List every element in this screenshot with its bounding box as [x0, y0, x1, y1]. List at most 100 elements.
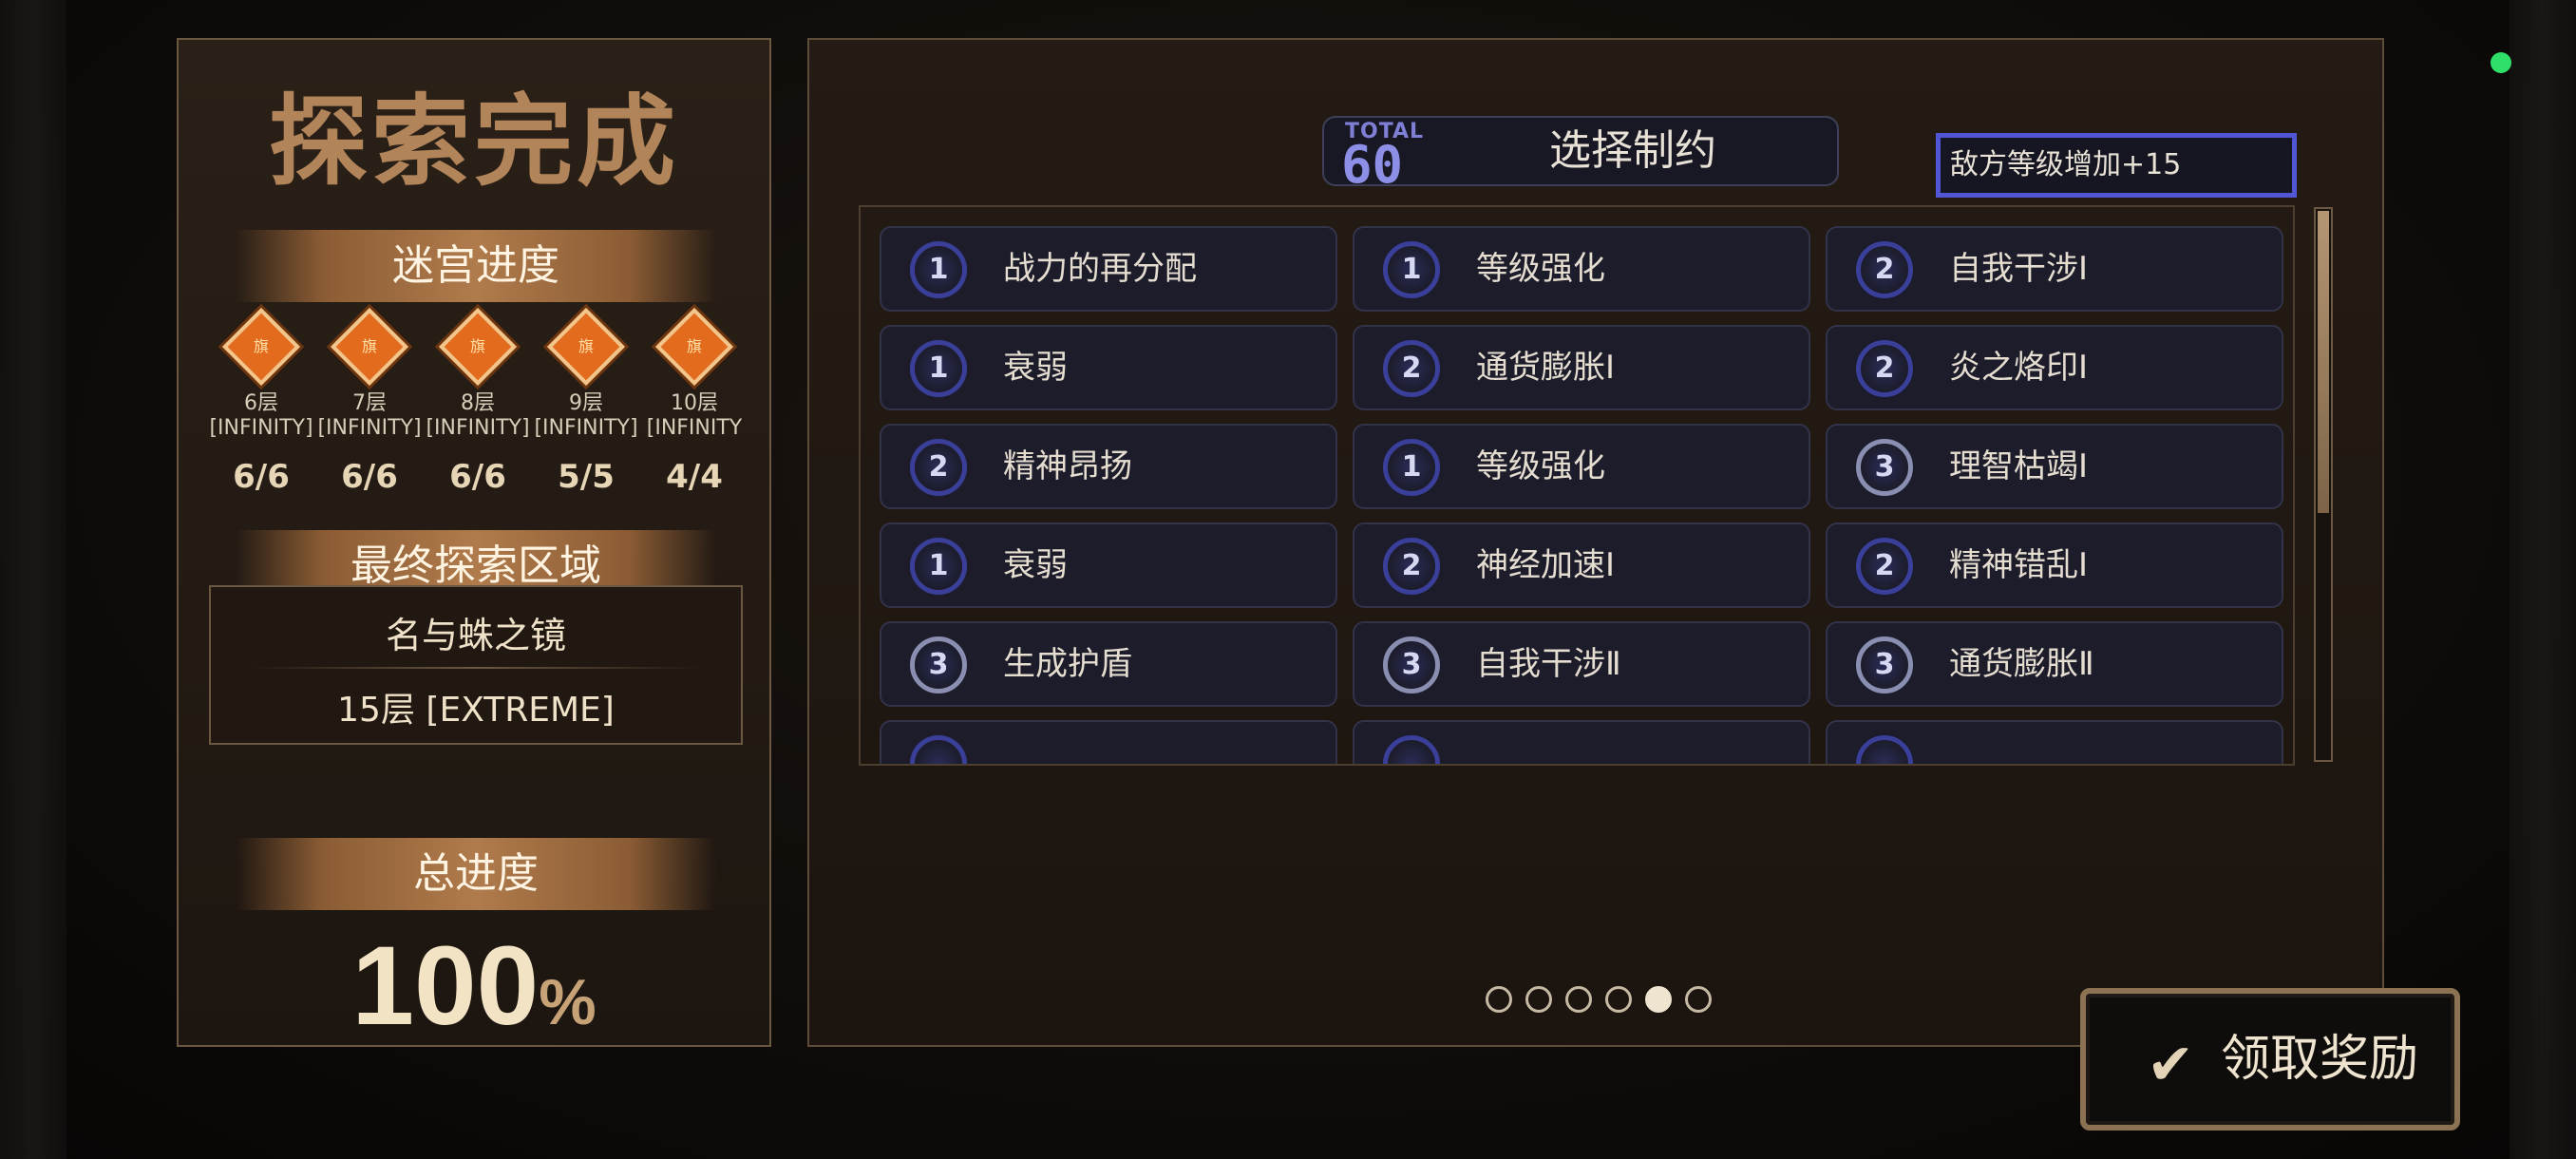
constraint-level: 1 [928, 352, 949, 385]
constraint-badge-icon: 3 [910, 636, 967, 694]
constraint-list-frame: 1 战力的再分配 1 等级强化 2 自我干涉Ⅰ 1 衰弱 2 通货膨胀Ⅰ 2 炎之烙印Ⅰ 2… [859, 205, 2295, 766]
constraint-card-partial[interactable] [1826, 720, 2283, 764]
constraint-badge-icon: 2 [1856, 241, 1913, 298]
constraint-level: 3 [1874, 648, 1895, 681]
constraint-panel: TOTAL 60 选择制约 敌方等级增加+15 1 战力的再分配 1 等级强化 2 自… [807, 38, 2384, 1047]
constraint-level: 2 [928, 450, 949, 484]
constraint-level: 1 [1401, 450, 1422, 484]
select-constraint-title: 选择制约 [1549, 126, 1716, 175]
floor-name: 10层 [671, 391, 718, 415]
constraint-name: 自我干涉Ⅱ [1476, 645, 1621, 683]
constraint-name: 理智枯竭Ⅰ [1949, 447, 2089, 485]
constraint-card[interactable]: 2 自我干涉Ⅰ [1826, 226, 2283, 312]
constraint-level: 1 [928, 549, 949, 582]
floor-count: 4/4 [666, 458, 723, 496]
maze-progress-banner: 迷宫进度 [236, 230, 716, 302]
constraint-card[interactable]: 1 等级强化 [1353, 424, 1810, 509]
constraint-card[interactable]: 3 自我干涉Ⅱ [1353, 621, 1810, 707]
floor-emblem-icon: 旗 [221, 307, 301, 387]
constraint-badge-icon: 3 [1856, 636, 1913, 694]
constraint-level: 2 [1874, 253, 1895, 286]
constraint-name: 通货膨胀Ⅰ [1476, 349, 1616, 387]
final-area-name: 名与蛛之镜 [385, 615, 566, 656]
floor-difficulty: [INFINITY] [534, 416, 638, 440]
select-constraint-header: TOTAL 60 选择制约 [1322, 116, 1839, 195]
constraint-name: 炎之烙印Ⅰ [1949, 349, 2089, 387]
constraint-card[interactable]: 2 神经加速Ⅰ [1353, 522, 1810, 608]
constraint-card[interactable]: 1 战力的再分配 [880, 226, 1337, 312]
constraint-card-partial[interactable] [880, 720, 1337, 764]
floor-difficulty: [INFINITY] [209, 416, 313, 440]
page-dot[interactable] [1685, 986, 1712, 1013]
constraint-card[interactable]: 3 通货膨胀Ⅱ [1826, 621, 2283, 707]
right-frame-pillar [2510, 0, 2576, 1159]
constraint-badge-icon: 3 [1383, 636, 1440, 694]
total-progress-value: 100% [179, 922, 769, 1051]
constraint-badge-icon: 2 [1856, 538, 1913, 595]
constraint-name: 精神昂扬 [1003, 447, 1132, 485]
final-area-floor: 15层 [EXTREME] [337, 691, 615, 730]
constraint-level: 3 [1401, 648, 1422, 681]
total-progress-unit: % [539, 966, 597, 1038]
floor-emblem-icon: 旗 [438, 307, 518, 387]
left-frame-pillar [0, 0, 66, 1159]
total-value: 60 [1341, 135, 1404, 195]
floor-name: 8层 [461, 391, 495, 415]
constraint-card[interactable]: 2 精神错乱Ⅰ [1826, 522, 2283, 608]
constraint-badge-icon: 2 [1856, 340, 1913, 397]
constraint-grid: 1 战力的再分配 1 等级强化 2 自我干涉Ⅰ 1 衰弱 2 通货膨胀Ⅰ 2 炎之烙印Ⅰ 2… [880, 226, 2283, 764]
floor-emblem-icon: 旗 [330, 307, 409, 387]
constraint-badge-icon: 2 [910, 439, 967, 496]
floor-emblem-icon: 旗 [654, 307, 734, 387]
constraint-level: 3 [1874, 450, 1895, 484]
constraint-card[interactable]: 2 精神昂扬 [880, 424, 1337, 509]
constraint-name: 自我干涉Ⅰ [1949, 250, 2089, 288]
constraint-badge-icon [1383, 735, 1440, 764]
floor-count: 6/6 [233, 458, 290, 496]
page-dot-active[interactable] [1645, 986, 1672, 1013]
constraint-badge-icon: 1 [1383, 241, 1440, 298]
constraint-card[interactable]: 2 通货膨胀Ⅰ [1353, 325, 1810, 410]
floor-item: 旗 10层 [INFINITY 4/4 [640, 307, 748, 504]
floor-item: 旗 8层 [INFINITY] 6/6 [424, 307, 532, 504]
constraint-card-partial[interactable] [1353, 720, 1810, 764]
floor-count: 5/5 [558, 458, 615, 496]
constraint-level: 2 [1401, 352, 1422, 385]
status-indicator [2491, 52, 2511, 73]
floor-difficulty: [INFINITY] [426, 416, 530, 440]
constraint-badge-icon [1856, 735, 1913, 764]
constraint-scrollbar[interactable] [2314, 207, 2333, 762]
page-dot[interactable] [1525, 986, 1552, 1013]
page-indicator [1486, 986, 1712, 1013]
constraint-card[interactable]: 3 生成护盾 [880, 621, 1337, 707]
page-dot[interactable] [1565, 986, 1592, 1013]
constraint-badge-icon: 3 [1856, 439, 1913, 496]
constraint-level: 1 [928, 253, 949, 286]
floor-name: 6层 [244, 391, 278, 415]
constraint-name: 等级强化 [1476, 447, 1605, 485]
constraint-name: 衰弱 [1003, 349, 1068, 387]
check-icon: ✔ [2147, 1032, 2195, 1098]
floor-emblem-icon: 旗 [546, 307, 626, 387]
page-dot[interactable] [1486, 986, 1512, 1013]
claim-reward-button[interactable]: ✔ 领取奖励 [2080, 988, 2460, 1130]
constraint-card[interactable]: 1 等级强化 [1353, 226, 1810, 312]
constraint-name: 精神错乱Ⅰ [1949, 546, 2089, 584]
constraint-badge-icon: 2 [1383, 340, 1440, 397]
constraint-name: 等级强化 [1476, 250, 1605, 288]
scrollbar-thumb[interactable] [2318, 211, 2329, 513]
constraint-badge-icon [910, 735, 967, 764]
constraint-card[interactable]: 1 衰弱 [880, 325, 1337, 410]
page-title: 探索完成 [268, 84, 679, 200]
page-dot[interactable] [1605, 986, 1632, 1013]
constraint-name: 神经加速Ⅰ [1476, 546, 1616, 584]
floor-count: 6/6 [449, 458, 506, 496]
exploration-summary-panel: 探索完成 迷宫进度 旗 6层 [INFINITY] 6/6 旗 7层 [INFI… [177, 38, 771, 1049]
constraint-card[interactable]: 1 衰弱 [880, 522, 1337, 608]
constraint-badge-icon: 1 [910, 340, 967, 397]
constraint-card[interactable]: 2 炎之烙印Ⅰ [1826, 325, 2283, 410]
constraint-card[interactable]: 3 理智枯竭Ⅰ [1826, 424, 2283, 509]
divider [249, 667, 703, 669]
floor-count: 6/6 [341, 458, 398, 496]
constraint-name: 战力的再分配 [1003, 250, 1197, 288]
